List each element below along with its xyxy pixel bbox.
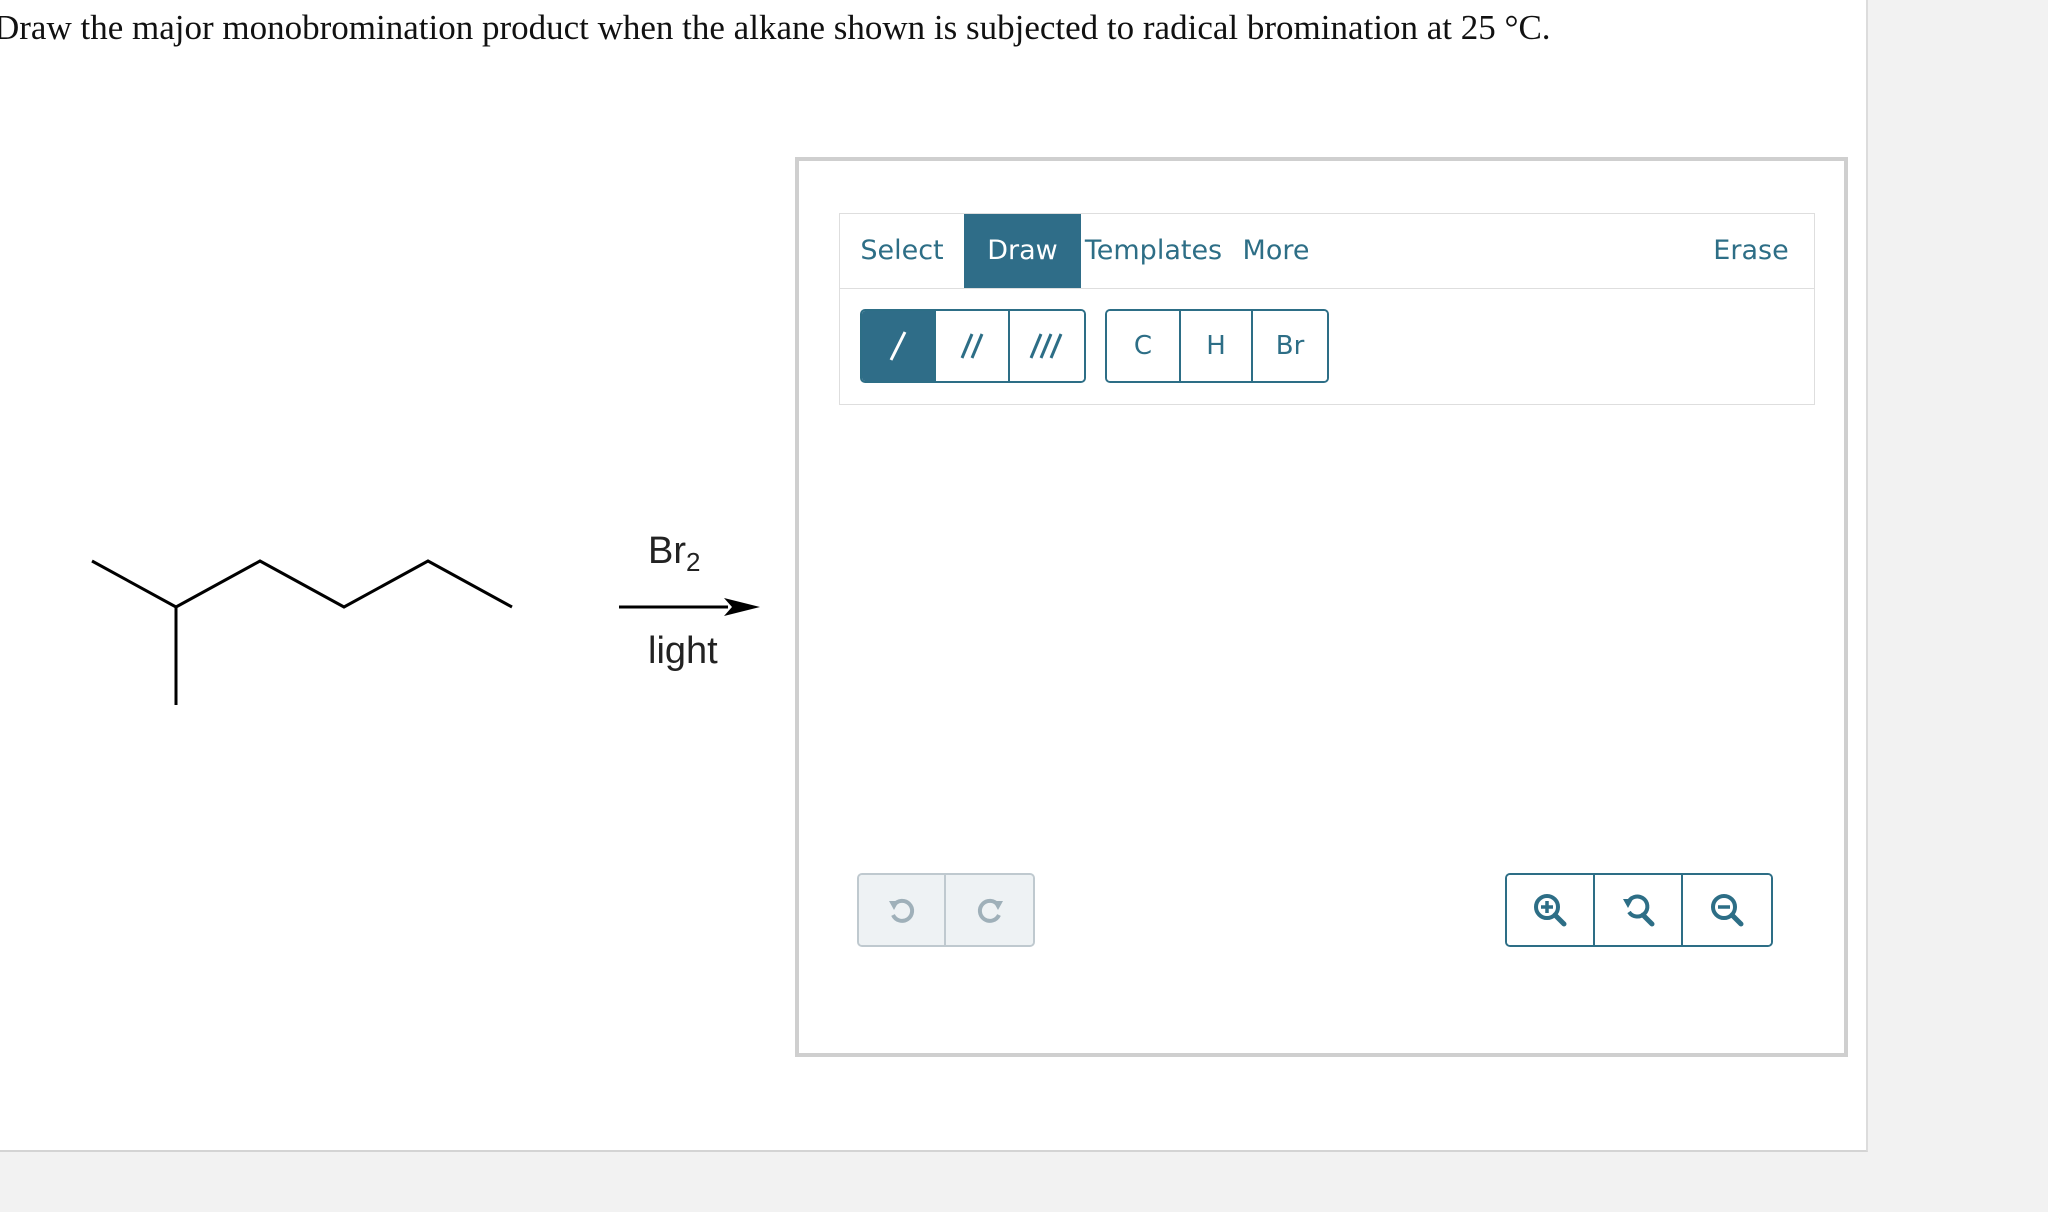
- tab-select[interactable]: Select: [840, 214, 964, 288]
- tab-draw[interactable]: Draw: [964, 214, 1081, 288]
- reagent-above-arrow: Br2: [648, 530, 701, 577]
- atom-h-button[interactable]: H: [1181, 311, 1253, 381]
- erase-button[interactable]: Erase: [1696, 214, 1806, 288]
- question-card: Draw the major monobromination product w…: [0, 0, 1868, 1152]
- atom-tool-group: C H Br: [1105, 309, 1329, 383]
- zoom-in-button[interactable]: [1507, 875, 1595, 945]
- reaction-arrow: [619, 598, 760, 616]
- bond-tool-group: [860, 309, 1086, 383]
- single-bond-button[interactable]: [862, 311, 936, 381]
- atom-c-button[interactable]: C: [1107, 311, 1181, 381]
- triple-bond-icon: [1029, 333, 1063, 359]
- redo-icon: [977, 898, 1003, 923]
- zoom-tool-group: [1505, 873, 1773, 947]
- editor-tab-bar: Select Draw Templates More Erase: [839, 213, 1815, 289]
- single-bond-icon: [889, 331, 907, 361]
- double-bond-icon: [960, 333, 984, 359]
- alkane-structure: [91, 559, 513, 705]
- undo-button[interactable]: [859, 875, 946, 945]
- triple-bond-button[interactable]: [1010, 311, 1084, 381]
- atom-br-button[interactable]: Br: [1253, 311, 1327, 381]
- zoom-out-icon: [1711, 894, 1744, 927]
- zoom-reset-icon: [1623, 894, 1655, 927]
- double-bond-button[interactable]: [936, 311, 1010, 381]
- undo-icon: [888, 898, 914, 923]
- structure-editor[interactable]: Select Draw Templates More Erase C H Br: [795, 157, 1848, 1057]
- zoom-in-icon: [1534, 894, 1567, 927]
- reagent-below-arrow: light: [648, 630, 718, 672]
- tab-more[interactable]: More: [1226, 214, 1326, 288]
- zoom-out-button[interactable]: [1683, 875, 1771, 945]
- history-tool-group: [857, 873, 1035, 947]
- zoom-reset-button[interactable]: [1595, 875, 1683, 945]
- draw-toolbar: C H Br: [839, 289, 1815, 405]
- tab-templates[interactable]: Templates: [1081, 214, 1226, 288]
- carbon-chain: [91, 559, 513, 609]
- redo-button[interactable]: [946, 875, 1033, 945]
